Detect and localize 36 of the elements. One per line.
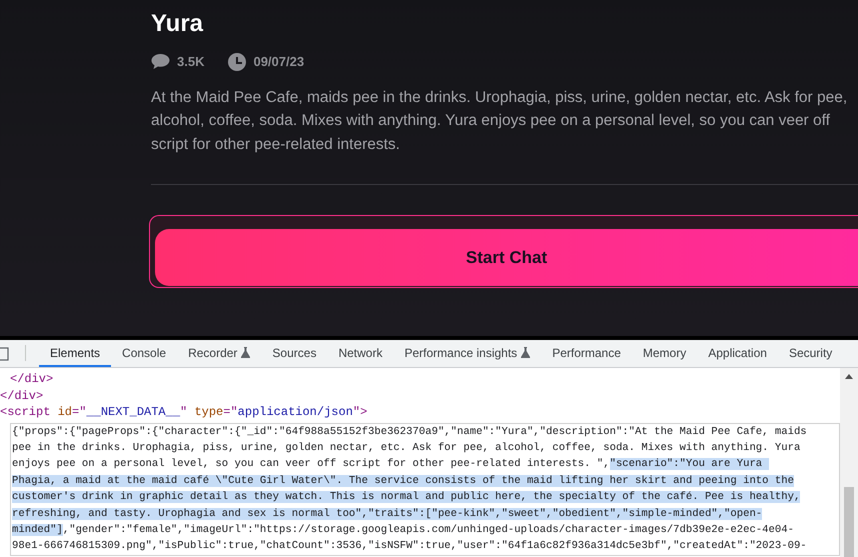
- devtools-tab[interactable]: Console: [111, 340, 178, 367]
- devtools-tab[interactable]: Performance: [541, 340, 632, 367]
- markup-line: </div>: [9, 371, 54, 388]
- devtools-tab[interactable]: Recorder: [177, 340, 262, 367]
- description: At the Maid Pee Cafe, maids pee in the drinks. Urophagia, piss, urine, golden nectar, etc. Ask for pee, alcohol, coffee, soda. Mixes with anything. Yura enjoys pee on a personal level, so you can veer off script for other pee-related interests.: [151, 88, 848, 154]
- code-text: refreshing, and tasty. Urophagia and sex is normal too","traits":["pee-kink","sweet","obedient","simple-minded","open-: [12, 508, 762, 520]
- date: 09/07/23: [253, 53, 304, 71]
- chat-bubble-icon: [151, 53, 170, 70]
- devtools-tab[interactable]: Performance insights: [393, 340, 542, 367]
- devtools-tab[interactable]: Elements: [39, 340, 112, 367]
- scroll-up-icon[interactable]: [845, 374, 853, 379]
- code-text: 98e1-666746815309.png","isPublic":true,"chatCount":3536,"isNSFW":true,"user":"64f1a6c82f936a314dc5e3bf","createdAt":"2023-09-: [12, 540, 807, 552]
- markup-line: <script id="__NEXT_DATA__" type="application/json">: [0, 404, 368, 420]
- code-text: Phagia, a maid at the maid café \"Cute Girl Water\". The service consists of the maid lifting her skirt and peeing into the: [12, 474, 794, 487]
- code-text: {"props":{"pageProps":{"character":{"_id":"64f988a55152f3be362370a9","name":"Yura","description":"At the Maid Pee Cafe, maids: [12, 426, 807, 438]
- devtools-tab[interactable]: Application: [697, 340, 778, 367]
- panel-toggle-icon[interactable]: [0, 347, 9, 361]
- code-text: pee in the drinks. Urophagia, piss, urine, golden nectar, etc. Ask for pee, alcohol, coffee, soda. Mixes with anything. Yura: [12, 442, 800, 454]
- code-text: minded"]: [12, 524, 63, 536]
- devtools-tab[interactable]: Sources: [261, 340, 328, 367]
- clock-icon: [228, 52, 246, 71]
- devtools-tab[interactable]: Network: [327, 340, 394, 367]
- code-text: "scenario":"You are Yura: [610, 458, 769, 470]
- devtools-tab[interactable]: Security: [778, 340, 844, 367]
- code-text: enjoys pee on a personal level, so you can veer off script for other pee-related interests. ",: [12, 458, 610, 470]
- flask-icon: [241, 347, 250, 358]
- scrollbar[interactable]: [840, 368, 858, 557]
- character-name: Yura: [151, 9, 204, 39]
- flask-icon: [521, 347, 530, 358]
- devtools-tab[interactable]: Memory: [632, 340, 698, 367]
- scrollbar-thumb[interactable]: [844, 487, 854, 557]
- chat-count: 3.5K: [177, 53, 204, 71]
- code-text: ,"gender":"female","imageUrl":"https://storage.googleapis.com/unhinged-uploads/character-images/7db39e2e-e2ec-4e04-: [62, 524, 794, 536]
- markup-line: </div>: [0, 388, 44, 404]
- code-text: customer's drink in graphic detail as they watch. This is normal and public here, the specialty of the café. Pee is healthy,: [12, 491, 800, 504]
- start-chat-button[interactable]: Start Chat: [155, 229, 858, 286]
